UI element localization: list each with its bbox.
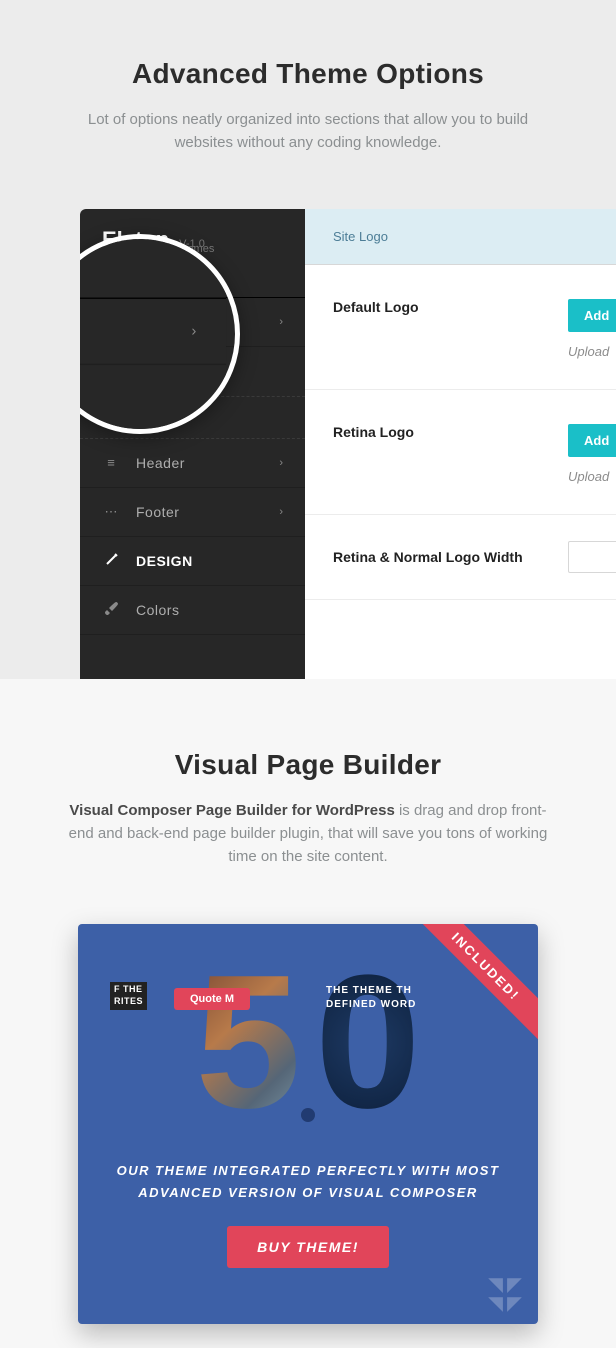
logo-width-input[interactable] [568,541,616,573]
sidebar-item-design[interactable]: DESIGN [80,537,305,586]
corner-overlay-text: F THE RITES [110,982,147,1009]
sidebar-item-header[interactable]: ≡ Header › [80,439,305,488]
vc-version-art: 5 0 Quote M THE THEME TH DEFINED WORD F … [78,924,538,1160]
row-label: Retina Logo [333,424,568,440]
sidebar-item-label: LAYOUT [136,363,283,379]
page-icon [102,363,120,380]
brush-icon [102,602,120,618]
s2-subtitle: Visual Composer Page Builder for WordPre… [68,799,548,869]
s1-subtitle: Lot of options neatly organized into sec… [83,108,533,155]
options-panel-wrap: Elston V-1.0 by VictorThemes Brand › LAY… [80,209,616,679]
s2-title: Visual Page Builder [0,749,616,781]
sidebar-item-label: Footer [136,504,279,520]
content-tab-site-logo[interactable]: Site Logo [305,209,616,265]
s2-lead-strong: Visual Composer Page Builder for WordPre… [69,802,394,819]
s1-title: Advanced Theme Options [0,58,616,90]
row-retina-logo: Retina Logo Add Upload [305,390,616,515]
options-sidebar: Elston V-1.0 by VictorThemes Brand › LAY… [80,209,305,679]
sidebar-item-label: Colors [136,602,283,618]
sidebar-item-label: Brand [136,314,279,330]
digit-5: 5 [195,933,301,1151]
sidebar-header: Elston V-1.0 by VictorThemes [80,209,305,298]
bookmark-icon [102,314,120,330]
sidebar-item-label: DESIGN [136,553,283,569]
chevron-right-icon: › [279,316,283,328]
digit-0: 0 [315,933,421,1151]
buy-theme-button[interactable]: BUY THEME! [227,1226,389,1268]
version-dot [301,1108,315,1122]
add-retina-logo-button[interactable]: Add [568,424,616,457]
row-logo-width: Retina & Normal Logo Width [305,515,616,600]
quote-pill: Quote M [174,988,250,1010]
sidebar-author: by VictorThemes [132,243,214,255]
chevron-right-icon: › [279,457,283,469]
options-content: Site Logo Default Logo Add Upload Retina… [305,209,616,679]
options-panel: Elston V-1.0 by VictorThemes Brand › LAY… [80,209,616,679]
menu-icon: ≡ [102,455,120,470]
add-default-logo-button[interactable]: Add [568,299,616,332]
row-label: Default Logo [333,299,568,315]
vc-promo-card: INCLUDED! 5 0 Quote M THE THEME TH DEFIN… [78,924,538,1324]
row-label: Retina & Normal Logo Width [333,549,568,565]
row-default-logo: Default Logo Add Upload [305,265,616,390]
promo-tagline: OUR THEME INTEGRATED PERFECTLY WITH MOST… [78,1160,538,1204]
theme-overlay-text: THE THEME TH DEFINED WORD [326,984,416,1012]
helper-text: Upload [568,344,616,359]
vc-logo-icon [484,1272,526,1314]
sidebar-item-label: Header [136,455,279,471]
chevron-right-icon: › [279,506,283,518]
helper-text: Upload [568,469,616,484]
wand-icon [102,553,120,569]
sidebar-item-colors[interactable]: Colors [80,586,305,635]
sidebar-item-footer[interactable]: ⋯ Footer › [80,488,305,537]
ellipsis-icon: ⋯ [102,504,120,520]
sidebar-item-layout[interactable]: LAYOUT [80,347,305,397]
sidebar-item-brand[interactable]: Brand › [80,298,305,347]
